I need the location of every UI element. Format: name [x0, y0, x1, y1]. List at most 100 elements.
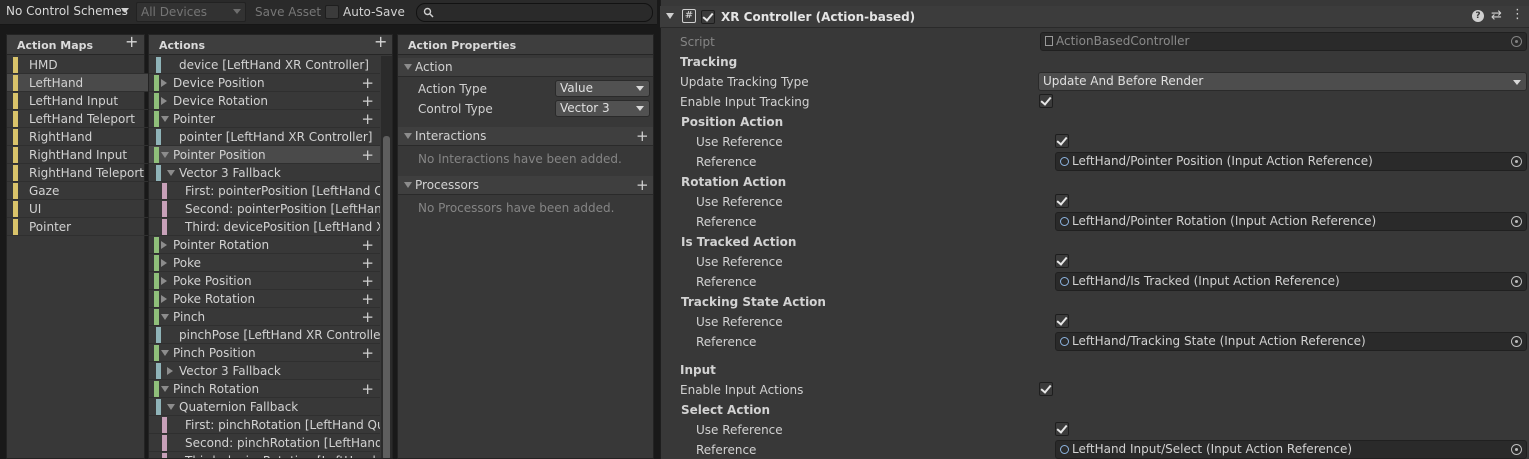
update-tracking-type-dropdown[interactable]: Update And Before Render	[1038, 72, 1527, 91]
object-picker-icon[interactable]	[1511, 444, 1522, 455]
add-binding-icon[interactable]: +	[361, 290, 374, 307]
action-item[interactable]: Poke Position +	[149, 272, 380, 290]
search-input[interactable]	[416, 3, 653, 22]
action-map-item[interactable]: RightHand Input	[7, 146, 150, 164]
binding-item[interactable]: Second: pointerPosition [LeftHand	[149, 200, 380, 218]
binding-item[interactable]: pinchPose [LeftHand XR Controller]	[149, 326, 380, 344]
action-item[interactable]: Pointer Position +	[149, 146, 380, 164]
action-section-header[interactable]: Action	[398, 58, 653, 77]
action-map-item[interactable]: UI	[7, 200, 150, 218]
add-binding-icon[interactable]: +	[361, 380, 374, 397]
binding-item[interactable]: Second: pinchRotation [LeftHand X	[149, 434, 380, 452]
composite-binding-item[interactable]: Quaternion Fallback	[149, 398, 380, 416]
add-action-button[interactable]: +	[374, 34, 387, 50]
expanded-triangle-icon[interactable]	[161, 116, 169, 122]
binding-item[interactable]: Third: devicePosition [LeftHand XR	[149, 218, 380, 236]
component-header[interactable]: # XR Controller (Action-based) ? ⇄ ⋮	[660, 6, 1529, 28]
composite-binding-item[interactable]: Vector 3 Fallback	[149, 164, 380, 182]
is-tracked-use-reference-checkbox[interactable]	[1055, 254, 1069, 268]
devices-dropdown[interactable]: All Devices	[136, 2, 246, 22]
auto-save-checkbox[interactable]	[325, 5, 339, 19]
processors-section-header[interactable]: Processors +	[398, 176, 653, 195]
action-item[interactable]: Pinch Rotation +	[149, 380, 380, 398]
action-item[interactable]: Poke Rotation +	[149, 290, 380, 308]
kebab-menu-icon[interactable]: ⋮	[1511, 7, 1524, 22]
action-map-item[interactable]: LeftHand	[7, 74, 150, 92]
add-action-map-button[interactable]: +	[125, 34, 138, 50]
binding-item[interactable]: device [LeftHand XR Controller]	[149, 56, 380, 74]
collapsed-triangle-icon[interactable]	[161, 97, 167, 105]
expanded-triangle-icon[interactable]	[161, 314, 169, 320]
composite-binding-item[interactable]: Vector 3 Fallback	[149, 362, 380, 380]
add-interaction-button[interactable]: +	[636, 127, 649, 145]
rotation-reference-field[interactable]: LeftHand/Pointer Rotation (Input Action …	[1055, 212, 1527, 231]
position-use-reference-checkbox[interactable]	[1055, 134, 1069, 148]
add-processor-button[interactable]: +	[636, 176, 649, 194]
binding-item[interactable]: First: pointerPosition [LeftHand Qua	[149, 182, 380, 200]
tracking-state-reference-field[interactable]: LeftHand/Tracking State (Input Action Re…	[1055, 332, 1527, 351]
component-enabled-checkbox[interactable]	[701, 10, 715, 24]
position-reference-field[interactable]: LeftHand/Pointer Position (Input Action …	[1055, 152, 1527, 171]
expanded-triangle-icon[interactable]	[161, 152, 169, 158]
add-binding-icon[interactable]: +	[361, 344, 374, 361]
collapsed-triangle-icon[interactable]	[161, 277, 167, 285]
binding-item[interactable]: Third: deviceRotation [LeftHand XR	[149, 452, 380, 458]
action-map-item[interactable]: LeftHand Teleport	[7, 110, 150, 128]
add-binding-icon[interactable]: +	[361, 74, 374, 91]
collapsed-triangle-icon[interactable]	[161, 241, 167, 249]
actions-scrollbar-thumb[interactable]	[383, 136, 390, 458]
expanded-triangle-icon[interactable]	[167, 170, 175, 176]
add-binding-icon[interactable]: +	[361, 254, 374, 271]
add-binding-icon[interactable]: +	[361, 272, 374, 289]
binding-item[interactable]: pointer [LeftHand XR Controller]	[149, 128, 380, 146]
object-picker-icon[interactable]	[1511, 36, 1522, 47]
select-reference-field[interactable]: LeftHand Input/Select (Input Action Refe…	[1055, 440, 1527, 459]
select-use-reference-checkbox[interactable]	[1055, 422, 1069, 436]
control-schemes-dropdown[interactable]: No Control Schemes	[2, 2, 133, 22]
add-binding-icon[interactable]: +	[361, 92, 374, 109]
binding-item[interactable]: First: pinchRotation [LeftHand Qual	[149, 416, 380, 434]
add-binding-icon[interactable]: +	[361, 146, 374, 163]
add-binding-icon[interactable]: +	[361, 110, 374, 127]
action-item[interactable]: Device Rotation +	[149, 92, 380, 110]
object-picker-icon[interactable]	[1511, 156, 1522, 167]
action-item[interactable]: Pointer +	[149, 110, 380, 128]
action-map-item[interactable]: LeftHand Input	[7, 92, 150, 110]
expanded-triangle-icon[interactable]	[167, 404, 175, 410]
interactions-section-header[interactable]: Interactions +	[398, 127, 653, 146]
collapsed-triangle-icon[interactable]	[161, 79, 167, 87]
rotation-use-reference-checkbox[interactable]	[1055, 194, 1069, 208]
row-marker	[162, 435, 167, 451]
action-map-item[interactable]: Pointer	[7, 218, 150, 236]
object-picker-icon[interactable]	[1511, 216, 1522, 227]
is-tracked-reference-field[interactable]: LeftHand/Is Tracked (Input Action Refere…	[1055, 272, 1527, 291]
expanded-triangle-icon[interactable]	[161, 350, 169, 356]
action-item[interactable]: Pointer Rotation +	[149, 236, 380, 254]
add-binding-icon[interactable]: +	[361, 236, 374, 253]
action-map-item[interactable]: RightHand	[7, 128, 150, 146]
save-asset-button[interactable]: Save Asset	[255, 5, 321, 19]
collapsed-triangle-icon[interactable]	[161, 259, 167, 267]
help-icon[interactable]: ?	[1472, 10, 1484, 22]
enable-input-tracking-checkbox[interactable]	[1039, 94, 1053, 108]
actions-scrollbar[interactable]	[381, 56, 392, 458]
action-map-item[interactable]: RightHand Teleport	[7, 164, 150, 182]
action-item[interactable]: Poke +	[149, 254, 380, 272]
expanded-triangle-icon[interactable]	[161, 386, 169, 392]
object-picker-icon[interactable]	[1511, 276, 1522, 287]
control-type-dropdown[interactable]: Vector 3	[555, 100, 650, 117]
action-item[interactable]: Pinch Position +	[149, 344, 380, 362]
action-type-dropdown[interactable]: Value	[555, 80, 650, 97]
enable-input-actions-checkbox[interactable]	[1039, 382, 1053, 396]
object-picker-icon[interactable]	[1511, 336, 1522, 347]
action-item[interactable]: Device Position +	[149, 74, 380, 92]
add-binding-icon[interactable]: +	[361, 308, 374, 325]
action-map-item[interactable]: HMD	[7, 56, 150, 74]
action-item[interactable]: Pinch +	[149, 308, 380, 326]
action-map-item[interactable]: Gaze	[7, 182, 150, 200]
preset-icon[interactable]: ⇄	[1491, 8, 1502, 23]
script-field[interactable]: ActionBasedController	[1040, 32, 1527, 51]
collapsed-triangle-icon[interactable]	[167, 367, 173, 375]
tracking-state-use-reference-checkbox[interactable]	[1055, 314, 1069, 328]
collapsed-triangle-icon[interactable]	[161, 295, 167, 303]
